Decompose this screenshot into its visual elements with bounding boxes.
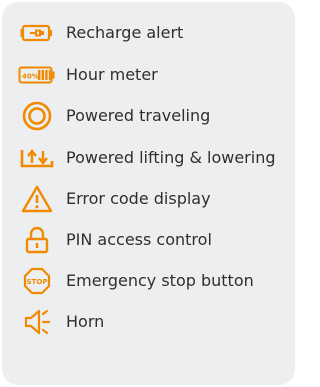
- battery-plug-icon: [17, 14, 57, 52]
- feature-item-recharge-alert: Recharge alert: [2, 14, 295, 52]
- battery-percent-icon: 40%: [17, 56, 57, 94]
- feature-label: Powered lifting & lowering: [66, 148, 276, 167]
- feature-label: Horn: [66, 312, 105, 331]
- feature-item-error-code: Error code display: [2, 180, 295, 218]
- feature-label: Emergency stop button: [66, 271, 254, 290]
- feature-label: Powered traveling: [66, 106, 211, 125]
- feature-panel: Recharge alert 40% Hour meter Powered tr…: [2, 2, 295, 385]
- feature-label: PIN access control: [66, 230, 212, 249]
- feature-item-pin-access: PIN access control: [2, 221, 295, 259]
- padlock-icon: [17, 221, 57, 259]
- feature-label: Recharge alert: [66, 23, 184, 42]
- feature-item-powered-traveling: Powered traveling: [2, 97, 295, 135]
- warning-triangle-icon: [17, 180, 57, 218]
- feature-item-horn: Horn: [2, 303, 295, 341]
- horn-icon: [17, 303, 57, 341]
- concentric-circle-icon: [17, 97, 57, 135]
- feature-item-emergency-stop: STOP Emergency stop button: [2, 262, 295, 300]
- lift-arrows-icon: [17, 139, 57, 177]
- feature-label: Hour meter: [66, 65, 158, 84]
- feature-label: Error code display: [66, 189, 211, 208]
- feature-item-hour-meter: 40% Hour meter: [2, 56, 295, 94]
- battery-percent-text: 40%: [22, 73, 39, 81]
- stop-sign-text: STOP: [27, 278, 48, 286]
- feature-item-powered-lifting: Powered lifting & lowering: [2, 139, 295, 177]
- stop-sign-icon: STOP: [17, 262, 57, 300]
